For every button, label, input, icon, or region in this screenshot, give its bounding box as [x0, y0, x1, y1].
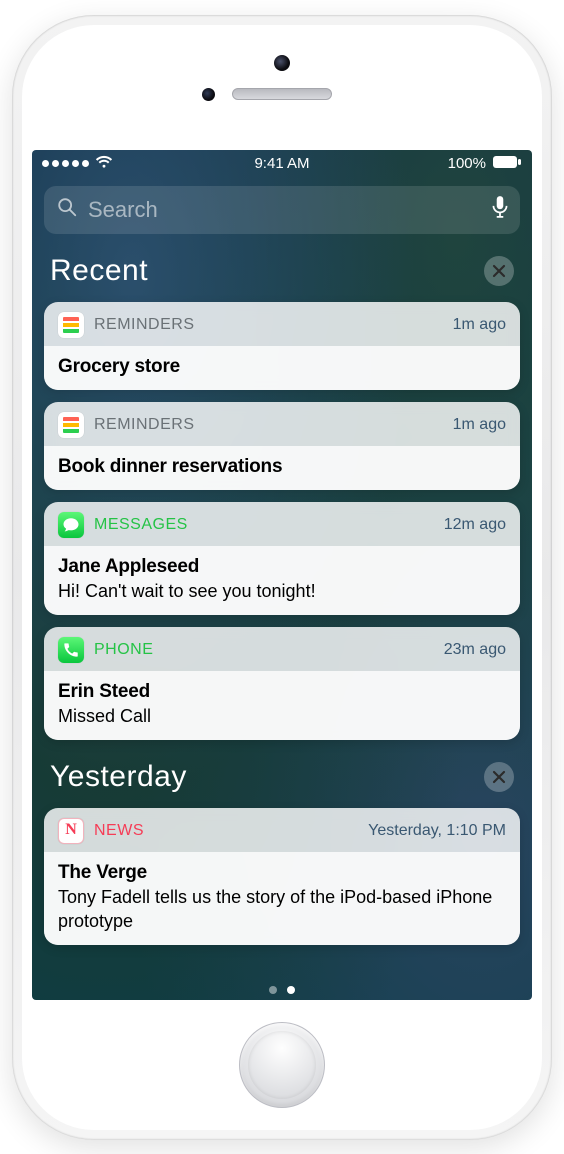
dictation-icon[interactable] — [492, 195, 508, 224]
notification-card[interactable]: MESSAGES 12m ago Jane Appleseed Hi! Can'… — [44, 502, 520, 615]
page-dot[interactable] — [269, 986, 277, 994]
section-header-yesterday: Yesterday — [44, 752, 520, 796]
notification-body: Missed Call — [58, 705, 506, 728]
app-label: MESSAGES — [94, 516, 188, 534]
front-sensor — [274, 55, 290, 71]
section-header-recent: Recent — [44, 246, 520, 290]
app-label: REMINDERS — [94, 316, 195, 334]
front-camera — [202, 88, 215, 101]
clear-section-button[interactable] — [484, 762, 514, 792]
signal-strength-icon — [42, 160, 89, 167]
notification-body: Hi! Can't wait to see you tonight! — [58, 580, 506, 603]
battery-percentage: 100% — [448, 155, 486, 172]
notification-time: 1m ago — [453, 316, 506, 334]
messages-app-icon — [58, 512, 84, 538]
notification-card[interactable]: REMINDERS 1m ago Book dinner reservation… — [44, 402, 520, 490]
notification-card[interactable]: N NEWS Yesterday, 1:10 PM The Verge Tony… — [44, 808, 520, 945]
app-label: NEWS — [94, 822, 144, 840]
search-input[interactable] — [88, 197, 482, 223]
notification-title: The Verge — [58, 862, 506, 884]
notification-center-screen: 9:41 AM 100% — [32, 150, 532, 1000]
earpiece-speaker — [232, 88, 332, 100]
notification-list[interactable]: Recent REMINDERS 1m ago Grocery store — [32, 246, 532, 978]
notification-time: 12m ago — [444, 516, 506, 534]
clear-section-button[interactable] — [484, 256, 514, 286]
notification-title: Book dinner reservations — [58, 456, 506, 478]
reminders-app-icon — [58, 412, 84, 438]
status-bar-time: 9:41 AM — [192, 155, 372, 172]
app-label: PHONE — [94, 641, 153, 659]
spotlight-search-bar[interactable] — [44, 186, 520, 234]
notification-title: Erin Steed — [58, 681, 506, 703]
notification-body: Tony Fadell tells us the story of the iP… — [58, 886, 506, 933]
notification-title: Grocery store — [58, 356, 506, 378]
notification-title: Jane Appleseed — [58, 556, 506, 578]
iphone-device-frame: 9:41 AM 100% — [12, 15, 552, 1140]
notification-time: 1m ago — [453, 416, 506, 434]
wifi-icon — [95, 155, 113, 173]
home-button[interactable] — [239, 1022, 325, 1108]
section-title: Recent — [50, 254, 148, 288]
reminders-app-icon — [58, 312, 84, 338]
notification-time: 23m ago — [444, 641, 506, 659]
app-label: REMINDERS — [94, 416, 195, 434]
search-icon — [56, 196, 78, 223]
notification-time: Yesterday, 1:10 PM — [368, 822, 506, 840]
status-bar: 9:41 AM 100% — [32, 150, 532, 178]
battery-icon — [492, 155, 522, 173]
page-dot[interactable] — [287, 986, 295, 994]
page-indicator[interactable] — [32, 978, 532, 1000]
phone-app-icon — [58, 637, 84, 663]
section-title: Yesterday — [50, 760, 187, 794]
news-app-icon: N — [58, 818, 84, 844]
notification-card[interactable]: REMINDERS 1m ago Grocery store — [44, 302, 520, 390]
notification-card[interactable]: PHONE 23m ago Erin Steed Missed Call — [44, 627, 520, 740]
